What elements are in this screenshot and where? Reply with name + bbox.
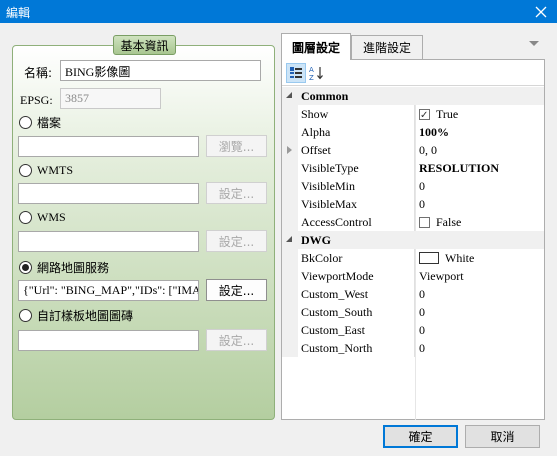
collapse-icon[interactable] bbox=[286, 236, 292, 242]
property-value[interactable]: 0 bbox=[415, 285, 544, 303]
property-name: Alpha bbox=[298, 123, 415, 141]
property-name: Custom_South bbox=[298, 303, 415, 321]
property-row-accesscontrol[interactable]: AccessControl False bbox=[282, 213, 544, 231]
chevron-down-icon[interactable] bbox=[529, 41, 539, 46]
property-name: Custom_East bbox=[298, 321, 415, 339]
svg-text:A: A bbox=[309, 66, 314, 74]
property-name: ViewportMode bbox=[298, 267, 415, 285]
property-row-visiblemin[interactable]: VisibleMin 0 bbox=[282, 177, 544, 195]
property-name: AccessControl bbox=[298, 213, 415, 231]
wms-settings-button[interactable]: 設定... bbox=[206, 230, 267, 252]
property-row-custom-west[interactable]: Custom_West 0 bbox=[282, 285, 544, 303]
property-row-custom-south[interactable]: Custom_South 0 bbox=[282, 303, 544, 321]
expand-icon[interactable] bbox=[287, 146, 292, 154]
property-value[interactable]: 0 bbox=[415, 195, 544, 213]
epsg-label: EPSG: bbox=[20, 93, 53, 107]
property-name: VisibleMin bbox=[298, 177, 415, 195]
property-value[interactable]: 0 bbox=[415, 321, 544, 339]
property-name: VisibleMax bbox=[298, 195, 415, 213]
property-row-custom-north[interactable]: Custom_North 0 bbox=[282, 339, 544, 357]
property-name: Show bbox=[298, 105, 415, 123]
category-common[interactable]: Common bbox=[282, 87, 544, 105]
close-icon bbox=[535, 6, 547, 17]
checkbox-icon[interactable] bbox=[419, 216, 430, 228]
property-value[interactable]: RESOLUTION bbox=[415, 159, 544, 177]
alphabetical-button[interactable]: A Z bbox=[307, 63, 327, 83]
name-label: 名稱: bbox=[24, 66, 53, 80]
svg-text:Z: Z bbox=[309, 74, 314, 81]
categorized-button[interactable] bbox=[286, 63, 306, 83]
title-bar: 編輯 bbox=[0, 0, 557, 23]
cancel-button[interactable]: 取消 bbox=[465, 425, 540, 448]
property-row-custom-east[interactable]: Custom_East 0 bbox=[282, 321, 544, 339]
close-button[interactable] bbox=[525, 0, 557, 23]
property-rows: Common Show True Alpha 100% Offset 0, 0 … bbox=[282, 87, 544, 357]
categorized-icon bbox=[290, 67, 302, 78]
radio-custom-tiles-label: 自訂樣板地圖圖磚 bbox=[37, 309, 134, 323]
property-row-visibletype[interactable]: VisibleType RESOLUTION bbox=[282, 159, 544, 177]
web-map-service-input[interactable]: {"Url": "BING_MAP","IDs": ["IMAG bbox=[18, 280, 199, 301]
property-value[interactable]: 0 bbox=[415, 177, 544, 195]
epsg-input[interactable]: 3857 bbox=[60, 88, 161, 109]
browse-button[interactable]: 瀏覽... bbox=[206, 135, 267, 157]
wmts-settings-button[interactable]: 設定... bbox=[206, 182, 267, 204]
wmts-input[interactable] bbox=[18, 183, 199, 204]
radio-wmts-label: WMTS bbox=[37, 163, 73, 177]
tab-advanced-settings[interactable]: 進階設定 bbox=[351, 35, 423, 59]
property-name: Custom_West bbox=[298, 285, 415, 303]
sort-alphabetical-icon: A Z bbox=[309, 66, 323, 81]
property-name: BkColor bbox=[298, 249, 415, 267]
window-title: 編輯 bbox=[6, 6, 31, 20]
property-row-offset[interactable]: Offset 0, 0 bbox=[282, 141, 544, 159]
color-swatch[interactable] bbox=[419, 252, 439, 264]
property-value[interactable]: 0 bbox=[415, 303, 544, 321]
radio-custom-tiles[interactable] bbox=[19, 309, 32, 322]
category-dwg[interactable]: DWG bbox=[282, 231, 544, 249]
basic-info-header: 基本資訊 bbox=[113, 35, 176, 55]
property-row-visiblemax[interactable]: VisibleMax 0 bbox=[282, 195, 544, 213]
ok-button[interactable]: 確定 bbox=[383, 425, 458, 448]
property-value[interactable]: 100% bbox=[415, 123, 544, 141]
property-row-bkcolor[interactable]: BkColor White bbox=[282, 249, 544, 267]
radio-wms-label: WMS bbox=[37, 210, 66, 224]
tab-strip: 圖層設定 進階設定 bbox=[281, 33, 545, 60]
property-value: True bbox=[415, 105, 544, 123]
property-row-alpha[interactable]: Alpha 100% bbox=[282, 123, 544, 141]
property-value[interactable]: Viewport bbox=[415, 267, 544, 285]
custom-tiles-input[interactable] bbox=[18, 330, 199, 351]
property-name: Offset bbox=[298, 141, 415, 159]
tab-layer-settings[interactable]: 圖層設定 bbox=[281, 33, 351, 60]
custom-tiles-settings-button[interactable]: 設定... bbox=[206, 329, 267, 351]
radio-file[interactable] bbox=[19, 116, 32, 129]
property-name: VisibleType bbox=[298, 159, 415, 177]
property-value[interactable]: 0 bbox=[415, 339, 544, 357]
property-value: White bbox=[415, 249, 544, 267]
property-value: False bbox=[415, 213, 544, 231]
radio-file-label: 檔案 bbox=[37, 116, 62, 130]
radio-web-map-service[interactable] bbox=[19, 261, 32, 274]
radio-wmts[interactable] bbox=[19, 164, 32, 177]
property-row-show[interactable]: Show True bbox=[282, 105, 544, 123]
web-map-settings-button[interactable]: 設定... bbox=[206, 279, 267, 301]
property-grid-toolbar: A Z bbox=[282, 60, 544, 86]
property-row-viewportmode[interactable]: ViewportMode Viewport bbox=[282, 267, 544, 285]
radio-wms[interactable] bbox=[19, 211, 32, 224]
collapse-icon[interactable] bbox=[286, 92, 292, 98]
property-name: Custom_North bbox=[298, 339, 415, 357]
file-path-input[interactable] bbox=[18, 136, 199, 157]
name-input[interactable]: BING影像圖 bbox=[60, 60, 261, 81]
radio-web-map-service-label: 網路地圖服務 bbox=[37, 261, 110, 275]
wms-input[interactable] bbox=[18, 231, 199, 252]
property-value[interactable]: 0, 0 bbox=[415, 141, 544, 159]
checkbox-icon[interactable] bbox=[419, 107, 430, 123]
property-grid: A Z Common Show True Alpha 100% bbox=[281, 59, 545, 420]
